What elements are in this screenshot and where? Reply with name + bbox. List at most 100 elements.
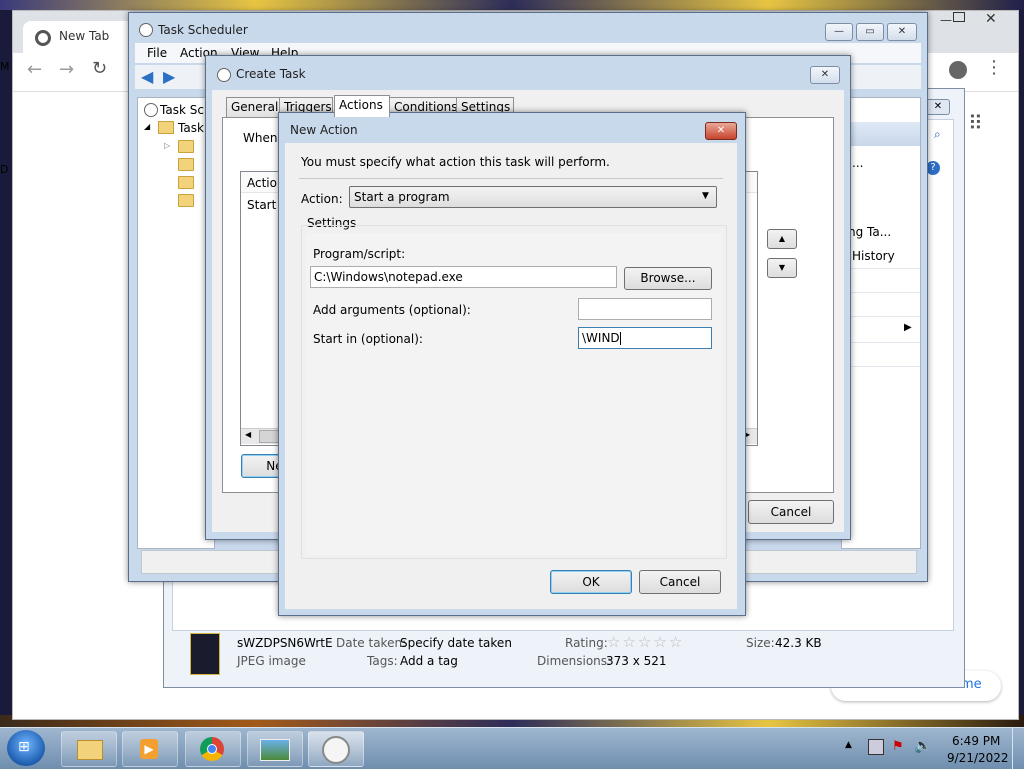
start-in-input[interactable]: \WIND <box>578 327 712 349</box>
chrome-icon <box>200 737 224 761</box>
divider <box>842 268 920 269</box>
program-input[interactable]: C:\Windows\notepad.exe <box>310 266 617 288</box>
submenu-arrow-icon[interactable]: ▶ <box>904 322 912 333</box>
folder-icon[interactable] <box>178 158 194 171</box>
folder-icon[interactable] <box>178 140 194 153</box>
star-icon[interactable]: ☆ <box>622 633 635 651</box>
scroll-left-icon[interactable]: ◀ <box>245 430 251 439</box>
dimensions-label: Dimensions: <box>537 654 612 668</box>
action-center-icon[interactable]: ⚑ <box>892 739 904 754</box>
browse-button[interactable]: Browse... <box>624 267 712 290</box>
divider <box>842 366 920 367</box>
star-icon[interactable]: ☆ <box>669 633 682 651</box>
star-icon[interactable]: ☆ <box>653 633 666 651</box>
date-taken-value[interactable]: Specify date taken <box>400 636 512 650</box>
folder-icon <box>158 121 174 134</box>
tab-general[interactable]: General <box>226 97 280 117</box>
tab-actions[interactable]: Actions <box>334 95 390 117</box>
maximize-button[interactable]: ▭ <box>856 23 884 41</box>
volume-icon[interactable]: 🔈 <box>914 738 931 754</box>
chevron-down-icon: ▼ <box>702 191 709 201</box>
photo-viewer-taskbar-button[interactable] <box>247 731 303 767</box>
show-hidden-icons[interactable]: ▲ <box>845 740 852 750</box>
tags-value[interactable]: Add a tag <box>400 654 458 668</box>
folder-icon[interactable] <box>178 176 194 189</box>
profile-icon[interactable] <box>949 61 967 79</box>
dimensions-value: 373 x 521 <box>606 654 667 668</box>
clock-date[interactable]: 9/21/2022 <box>947 751 1009 765</box>
forward-icon[interactable]: → <box>59 59 74 80</box>
task-scheduler-taskbar-button[interactable] <box>308 731 364 767</box>
back-arrow-icon[interactable]: ◀ <box>141 67 153 86</box>
star-icon[interactable]: ☆ <box>638 633 651 651</box>
cancel-button[interactable]: Cancel <box>639 570 721 594</box>
action-label: Action: <box>301 192 343 206</box>
folder-icon <box>77 740 103 760</box>
minimize-button[interactable]: — <box>825 23 853 41</box>
chrome-icon-center <box>207 744 217 754</box>
reload-icon[interactable]: ↻ <box>92 58 107 79</box>
network-icon[interactable] <box>868 739 884 755</box>
apps-grid-icon[interactable]: ⠿ <box>968 111 983 135</box>
move-down-button[interactable]: ▼ <box>767 258 797 278</box>
tags-label: Tags: <box>367 654 398 668</box>
cancel-button[interactable]: Cancel <box>748 500 834 524</box>
chrome-taskbar-button[interactable] <box>185 731 241 767</box>
close-button[interactable]: ✕ <box>887 23 917 41</box>
forward-arrow-icon[interactable]: ▶ <box>163 67 175 86</box>
move-up-button[interactable]: ▲ <box>767 229 797 249</box>
size-value: 42.3 KB <box>775 636 822 650</box>
rating-stars[interactable]: ☆ ☆ ☆ ☆ ☆ <box>607 633 684 651</box>
action-dropdown[interactable]: Start a program ▼ <box>349 186 717 208</box>
action-item[interactable]: History <box>852 249 895 263</box>
menu-file[interactable]: File <box>147 46 167 60</box>
dialog-title: Create Task <box>236 67 306 81</box>
clock-icon <box>144 103 158 117</box>
folder-icon[interactable] <box>178 194 194 207</box>
start-button[interactable]: ⊞ <box>7 730 45 766</box>
clock-icon <box>139 23 153 37</box>
ok-button[interactable]: OK <box>550 570 632 594</box>
desktop-edge-letter: D <box>0 163 9 176</box>
date-taken-label: Date taken: <box>336 636 407 650</box>
photo-thumbnail <box>190 633 220 675</box>
file-type: JPEG image <box>237 654 306 668</box>
taskbar: ⊞ ▶ ▲ ⚑ 🔈 6:49 PM 9/21/2022 <box>0 727 1024 769</box>
chrome-maximize-icon[interactable] <box>953 12 965 22</box>
dialog-body: You must specify what action this task w… <box>285 143 737 609</box>
rating-label: Rating: <box>565 636 608 650</box>
file-name: sWZDPSN6WrtE <box>237 636 333 650</box>
photo-icon <box>260 739 290 761</box>
args-input[interactable] <box>578 298 712 320</box>
explorer-taskbar-button[interactable] <box>61 731 117 767</box>
divider <box>842 316 920 317</box>
new-action-window: New Action ✕ You must specify what actio… <box>278 112 746 616</box>
menu-kebab-icon[interactable]: ⋮ <box>985 57 1003 78</box>
search-icon[interactable]: ⌕ <box>934 127 941 142</box>
tree-item-library[interactable]: Task <box>178 121 204 135</box>
windows-logo-icon: ⊞ <box>18 739 30 755</box>
desktop-background <box>0 0 1024 10</box>
action-item[interactable]: ng Ta... <box>848 225 891 239</box>
chrome-close-icon[interactable]: ✕ <box>985 11 997 27</box>
divider <box>842 342 920 343</box>
start-in-value: \WIND <box>582 331 620 345</box>
actions-pane: ... ng Ta... History ▶ <box>841 97 921 549</box>
actions-pane-header <box>842 122 920 146</box>
clock-time[interactable]: 6:49 PM <box>952 734 1000 748</box>
program-label: Program/script: <box>313 247 406 261</box>
photo-viewer-close-button[interactable]: ✕ <box>926 99 950 115</box>
media-player-taskbar-button[interactable]: ▶ <box>122 731 178 767</box>
chrome-minimize-icon[interactable]: — <box>940 13 952 27</box>
close-button[interactable]: ✕ <box>810 66 840 84</box>
show-desktop-button[interactable] <box>1012 728 1024 769</box>
tree-item-root[interactable]: Task Sc <box>160 103 204 117</box>
expand-icon[interactable]: ▷ <box>164 141 170 150</box>
help-icon[interactable]: ? <box>926 161 940 175</box>
back-icon[interactable]: ← <box>27 59 42 80</box>
collapse-icon[interactable]: ◢ <box>144 122 150 131</box>
chrome-logo-icon <box>35 30 51 46</box>
instruction-text: You must specify what action this task w… <box>301 155 610 169</box>
close-button[interactable]: ✕ <box>705 122 737 140</box>
star-icon[interactable]: ☆ <box>607 633 620 651</box>
